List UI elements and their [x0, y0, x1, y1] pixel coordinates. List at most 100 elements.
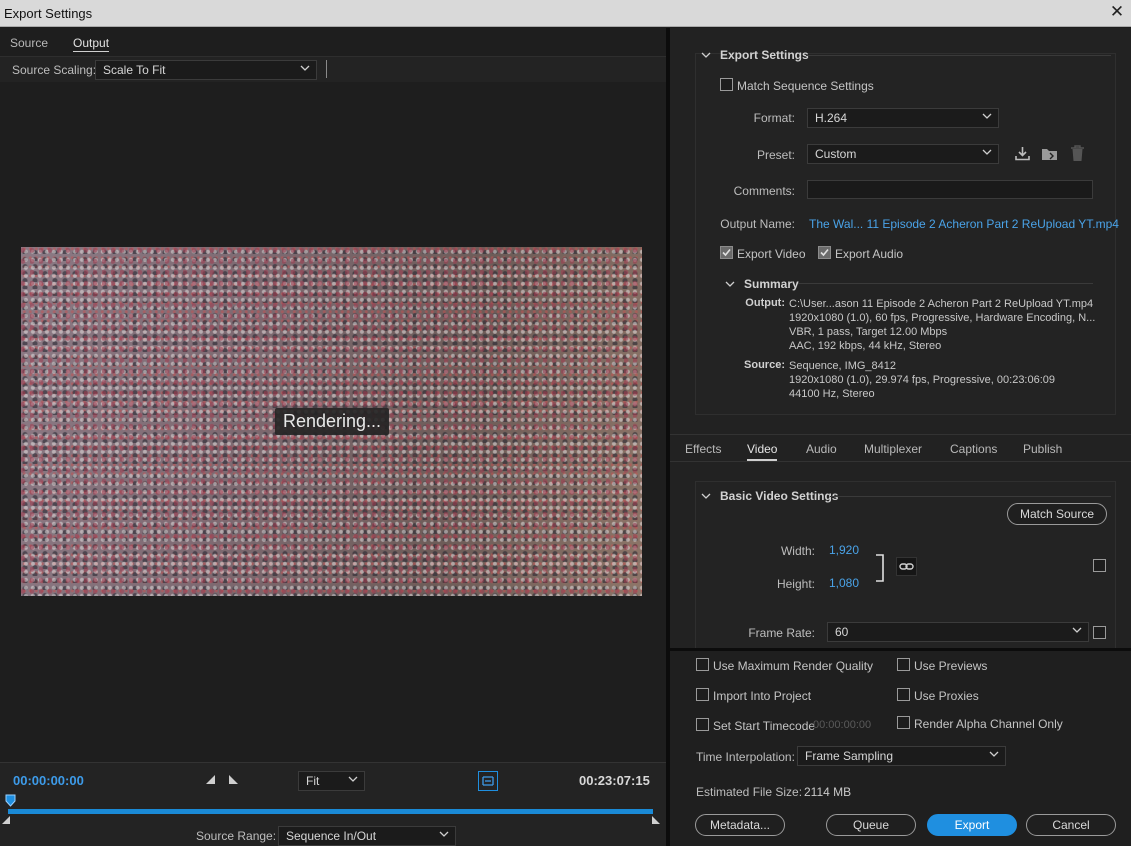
zoom-value: Fit: [306, 774, 320, 788]
source-range-select[interactable]: Sequence In/Out: [278, 826, 456, 846]
toolbar-divider: [326, 60, 327, 78]
start-timecode-field: 00:00:00:00: [813, 719, 872, 731]
output-name-link[interactable]: The Wal... 11 Episode 2 Acheron Part 2 R…: [809, 217, 1119, 231]
aspect-bracket: [875, 554, 885, 585]
chevron-down-icon: [982, 111, 992, 121]
tab-publish[interactable]: Publish: [1023, 442, 1062, 456]
frame-rate-override-checkbox[interactable]: [1093, 626, 1106, 639]
close-icon[interactable]: ✕: [1107, 2, 1127, 22]
summary-source-line: 44100 Hz, Stereo: [789, 388, 875, 400]
summary-output-line: 1920x1080 (1.0), 60 fps, Progressive, Ha…: [789, 312, 1096, 324]
chevron-down-icon: [1072, 625, 1082, 635]
summary-output-line: VBR, 1 pass, Target 12.00 Mbps: [789, 326, 948, 338]
use-proxies-checkbox[interactable]: [897, 688, 910, 701]
source-scaling-select[interactable]: Scale To Fit: [95, 60, 317, 80]
max-render-quality-label: Use Maximum Render Quality: [713, 659, 874, 673]
tab-output[interactable]: Output: [73, 36, 110, 52]
play-in-icon[interactable]: [205, 774, 216, 788]
zoom-select[interactable]: Fit: [298, 771, 365, 791]
export-settings-header[interactable]: Export Settings: [720, 48, 809, 62]
comments-label: Comments:: [733, 184, 795, 198]
import-into-project-checkbox[interactable]: [696, 688, 709, 701]
fit-frame-icon[interactable]: [478, 771, 498, 791]
match-sequence-checkbox[interactable]: [720, 78, 733, 91]
chevron-down-icon: [989, 749, 999, 759]
preset-label: Preset:: [756, 148, 795, 162]
height-label: Height:: [776, 577, 815, 591]
play-out-icon[interactable]: [228, 774, 239, 788]
preset-value: Custom: [815, 147, 857, 161]
summary-source-line: 1920x1080 (1.0), 29.974 fps, Progressive…: [789, 374, 1056, 386]
tab-audio[interactable]: Audio: [806, 442, 837, 456]
width-label: Width:: [780, 544, 815, 558]
resize-override-checkbox[interactable]: [1093, 559, 1106, 572]
tab-multiplexer[interactable]: Multiplexer: [864, 442, 922, 456]
summary-source-label: Source:: [744, 359, 785, 371]
chevron-down-icon: [348, 774, 358, 784]
export-audio-checkbox[interactable]: [818, 246, 831, 259]
set-start-timecode-checkbox[interactable]: [696, 718, 709, 731]
cancel-button[interactable]: Cancel: [1026, 814, 1116, 836]
tab-video[interactable]: Video: [747, 442, 778, 461]
export-button[interactable]: Export: [927, 814, 1017, 836]
preset-select[interactable]: Custom: [807, 144, 999, 164]
summary-output-label: Output:: [745, 297, 785, 309]
window-title: Export Settings: [4, 6, 93, 21]
frame-rate-value: 60: [835, 625, 849, 639]
use-previews-label: Use Previews: [914, 659, 988, 673]
source-range-label: Source Range:: [196, 829, 277, 843]
export-audio-label: Export Audio: [835, 247, 904, 261]
summary-output-line: AAC, 192 kbps, 44 kHz, Stereo: [789, 340, 942, 352]
export-video-checkbox[interactable]: [720, 246, 733, 259]
chevron-down-icon: [982, 147, 992, 157]
queue-button[interactable]: Queue: [826, 814, 916, 836]
summary-output-line: C:\User...ason 11 Episode 2 Acheron Part…: [789, 298, 1094, 310]
format-select[interactable]: H.264: [807, 108, 999, 128]
max-render-quality-checkbox[interactable]: [696, 658, 709, 671]
output-name-label: Output Name:: [720, 217, 795, 231]
chevron-down-icon[interactable]: [701, 490, 711, 500]
save-preset-icon[interactable]: [1014, 145, 1031, 165]
time-interpolation-select[interactable]: Frame Sampling: [797, 746, 1006, 766]
width-value[interactable]: 1,920: [829, 543, 859, 557]
source-range-value: Sequence In/Out: [286, 829, 377, 843]
export-video-label: Export Video: [737, 247, 806, 261]
time-interpolation-value: Frame Sampling: [805, 749, 894, 763]
timeline-scrubber[interactable]: [8, 809, 653, 814]
source-scaling-value: Scale To Fit: [103, 63, 166, 77]
render-alpha-checkbox[interactable]: [897, 716, 910, 729]
use-proxies-label: Use Proxies: [914, 689, 979, 703]
time-interpolation-label: Time Interpolation:: [696, 750, 795, 764]
title-bar: Export Settings ✕: [0, 0, 1131, 27]
tab-captions[interactable]: Captions: [950, 442, 997, 456]
match-source-button[interactable]: Match Source: [1007, 503, 1107, 525]
basic-video-header[interactable]: Basic Video Settings: [720, 489, 838, 503]
frame-rate-select[interactable]: 60: [827, 622, 1089, 642]
timecode-duration: 00:23:07:15: [579, 773, 650, 788]
in-point-handle[interactable]: [2, 814, 11, 828]
metadata-button[interactable]: Metadata...: [695, 814, 785, 836]
rendering-status: Rendering...: [275, 408, 389, 435]
chevron-down-icon: [439, 829, 449, 839]
left-pane: Source Output Source Scaling: Scale To F…: [0, 28, 666, 846]
tab-source[interactable]: Source: [10, 36, 48, 50]
chevron-down-icon: [300, 63, 310, 73]
chevron-down-icon[interactable]: [725, 278, 735, 288]
delete-preset-icon[interactable]: [1070, 145, 1085, 165]
height-value[interactable]: 1,080: [829, 576, 859, 590]
chevron-down-icon[interactable]: [701, 49, 711, 59]
estimated-size-label: Estimated File Size:: [696, 785, 803, 799]
summary-header[interactable]: Summary: [744, 277, 799, 291]
tab-effects[interactable]: Effects: [685, 442, 721, 456]
import-preset-icon[interactable]: [1041, 145, 1059, 165]
set-start-timecode-label: Set Start Timecode: [713, 719, 816, 733]
render-alpha-label: Render Alpha Channel Only: [914, 717, 1063, 731]
comments-input[interactable]: [807, 180, 1093, 199]
source-scaling-row: Source Scaling: Scale To Fit: [0, 56, 666, 82]
use-previews-checkbox[interactable]: [897, 658, 910, 671]
link-icon[interactable]: [896, 557, 917, 576]
timecode-current[interactable]: 00:00:00:00: [13, 773, 84, 788]
header-rule: [806, 55, 1111, 56]
out-point-handle[interactable]: [652, 814, 661, 828]
playhead-marker[interactable]: [5, 794, 16, 811]
